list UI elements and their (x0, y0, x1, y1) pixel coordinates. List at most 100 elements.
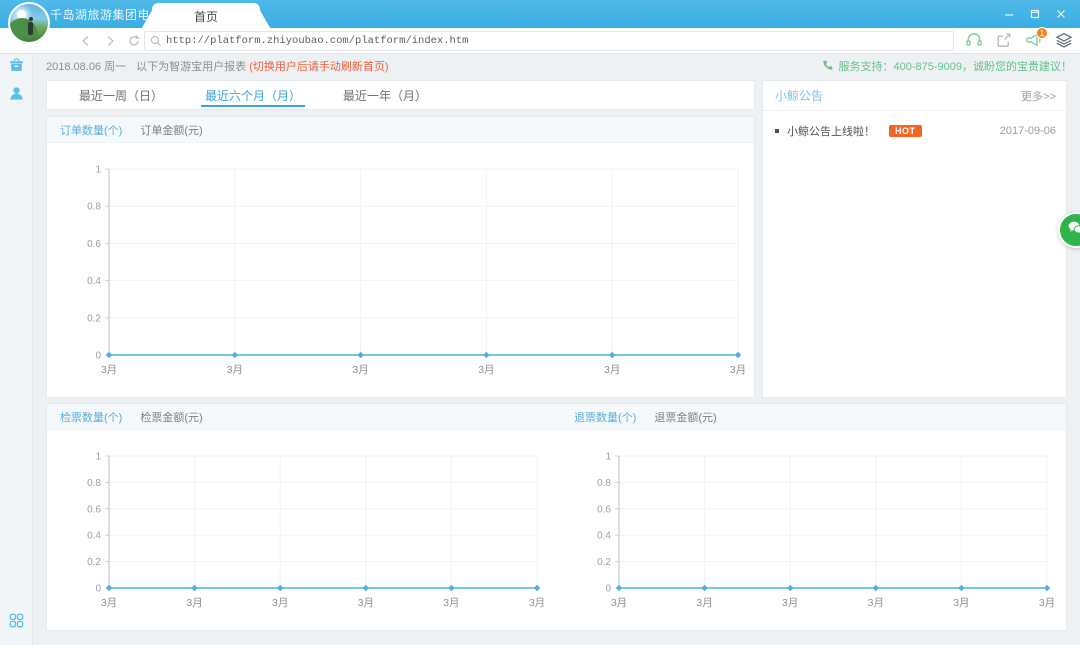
report-note: (切换用户后请手动刷新首页) (249, 61, 389, 73)
svg-text:1: 1 (95, 452, 101, 463)
check-metric-tabs: 检票数量(个) 检票金额(元) (60, 409, 203, 425)
sidebar-item-archive[interactable] (0, 54, 33, 82)
order-chart: 0 0.2 0.4 0.6 0.8 1 3月 3月 3月 3月 3月 3月 (87, 165, 746, 377)
svg-text:0.6: 0.6 (87, 239, 101, 250)
tab-order-amount[interactable]: 订单金额(元) (140, 122, 202, 138)
svg-text:0.2: 0.2 (87, 313, 101, 324)
svg-text:0.8: 0.8 (597, 478, 611, 489)
tab-order-count[interactable]: 订单数量(个) (60, 122, 122, 138)
tab-last-six-months[interactable]: 最近六个月（月） (201, 81, 306, 109)
tab-refund-count[interactable]: 退票数量(个) (574, 409, 636, 425)
svg-text:0.8: 0.8 (87, 202, 101, 213)
main-content: 2018.08.06 周一 以下为智游宝用户报表 (切换用户后请手动刷新首页) 服… (33, 54, 1080, 645)
notice-card: 小鲸公告 更多>> 小鲸公告上线啦！ HOT 2017-09-06 (762, 80, 1067, 398)
svg-text:3月: 3月 (868, 597, 884, 609)
notice-header: 小鲸公告 更多>> (763, 81, 1066, 111)
svg-text:3月: 3月 (227, 364, 243, 376)
order-chart-card: 订单数量(个) 订单金额(元) 0 0.2 0.4 0.6 0.8 1 3月 3月 3月 3月 3月… (46, 116, 755, 398)
grid-apps-icon (8, 612, 25, 634)
svg-text:1: 1 (95, 165, 101, 176)
refund-chart: 0 0.2 0.4 0.6 0.8 1 3月 3月 3月 3月 3月 3月 (597, 452, 1055, 610)
minimize-icon[interactable] (996, 3, 1022, 25)
browser-title-bar: 千岛湖旅游集团电 首页 (0, 0, 1080, 29)
window-controls (996, 0, 1074, 28)
notice-body: 小鲸公告上线啦！ HOT 2017-09-06 (763, 111, 1066, 139)
layers-icon[interactable] (1054, 30, 1074, 50)
back-arrow-icon[interactable] (76, 31, 96, 51)
svg-text:0.4: 0.4 (87, 531, 101, 542)
svg-text:0: 0 (605, 584, 611, 595)
browser-brand-label: 千岛湖旅游集团电 (50, 8, 151, 22)
close-icon[interactable] (1048, 3, 1074, 25)
svg-text:0.4: 0.4 (597, 531, 611, 542)
browser-toolbar-icons: 1 (964, 27, 1074, 50)
period-tabs-card: 最近一周（日） 最近六个月（月） 最近一年（月） (46, 80, 755, 110)
order-metric-tabs: 订单数量(个) 订单金额(元) (47, 117, 754, 143)
notice-more-link[interactable]: 更多>> (1021, 88, 1056, 104)
megaphone-badge: 1 (1036, 27, 1048, 39)
svg-text:0: 0 (95, 584, 101, 595)
tab-last-week[interactable]: 最近一周（日） (75, 81, 167, 109)
report-date: 2018.08.06 周一 (46, 61, 127, 73)
check-chart: 0 0.2 0.4 0.6 0.8 1 3月 3月 3月 3月 3月 3月 (87, 452, 545, 610)
refund-metric-tabs: 退票数量(个) 退票金额(元) (574, 409, 717, 425)
svg-text:3月: 3月 (478, 364, 494, 376)
list-item[interactable]: 小鲸公告上线啦！ HOT 2017-09-06 (775, 123, 1056, 139)
maximize-icon[interactable] (1022, 3, 1048, 25)
order-chart-area: 0 0.2 0.4 0.6 0.8 1 3月 3月 3月 3月 3月 3月 (47, 143, 754, 402)
svg-text:0: 0 (95, 351, 101, 362)
svg-text:1: 1 (605, 452, 611, 463)
url-bar[interactable]: http://platform.zhiyoubao.com/platform/i… (144, 31, 954, 51)
svg-text:3月: 3月 (186, 597, 202, 609)
reload-icon[interactable] (124, 31, 144, 51)
status-badge: HOT (889, 125, 922, 137)
report-description: 以下为智游宝用户报表 (136, 61, 247, 73)
svg-text:3月: 3月 (529, 597, 545, 609)
app-sidebar (0, 54, 33, 645)
sidebar-bottom-area (0, 609, 33, 637)
megaphone-icon[interactable]: 1 (1024, 27, 1048, 50)
support-text: 服务支持：400-875-9009，诚盼您的宝贵建议！ (838, 61, 1072, 73)
wechat-icon (1067, 219, 1080, 242)
svg-text:3月: 3月 (953, 597, 969, 609)
svg-text:3月: 3月 (782, 597, 798, 609)
search-icon (149, 34, 163, 48)
bullet-icon (775, 129, 779, 133)
svg-text:3月: 3月 (696, 597, 712, 609)
report-header-text: 2018.08.06 周一 以下为智游宝用户报表 (切换用户后请手动刷新首页) (46, 58, 389, 74)
browser-nav-bar: http://platform.zhiyoubao.com/platform/i… (0, 27, 1080, 54)
avatar-person (28, 17, 33, 35)
avatar[interactable] (8, 2, 50, 44)
phone-icon (822, 59, 834, 74)
notice-item-text: 小鲸公告上线啦！ (787, 126, 875, 138)
tab-check-count[interactable]: 检票数量(个) (60, 409, 122, 425)
user-icon (8, 85, 25, 107)
sidebar-item-user[interactable] (0, 82, 33, 110)
svg-text:3月: 3月 (1039, 597, 1055, 609)
svg-text:3月: 3月 (730, 364, 746, 376)
url-text: http://platform.zhiyoubao.com/platform/i… (166, 35, 469, 47)
browser-tab-home-label: 首页 (193, 10, 218, 24)
forward-arrow-icon[interactable] (100, 31, 120, 51)
svg-text:0.2: 0.2 (597, 557, 611, 568)
svg-text:3月: 3月 (604, 364, 620, 376)
tab-check-amount[interactable]: 检票金额(元) (140, 409, 202, 425)
svg-text:0.6: 0.6 (597, 504, 611, 515)
notice-title: 小鲸公告 (775, 89, 824, 103)
share-icon[interactable] (994, 30, 1014, 50)
archive-box-icon (8, 57, 25, 79)
notice-item-date: 2017-09-06 (999, 125, 1056, 137)
svg-text:3月: 3月 (352, 364, 368, 376)
support-info: 服务支持：400-875-9009，诚盼您的宝贵建议！ (822, 58, 1072, 74)
info-bar: 2018.08.06 周一 以下为智游宝用户报表 (切换用户后请手动刷新首页) 服… (33, 54, 1080, 78)
svg-text:0.6: 0.6 (87, 504, 101, 515)
sidebar-item-apps[interactable] (0, 609, 33, 637)
tab-last-year[interactable]: 最近一年（月） (339, 81, 431, 109)
tab-refund-amount[interactable]: 退票金额(元) (654, 409, 716, 425)
avatar-hill (10, 18, 38, 36)
svg-text:3月: 3月 (101, 364, 117, 376)
svg-text:3月: 3月 (443, 597, 459, 609)
svg-text:3月: 3月 (272, 597, 288, 609)
svg-text:0.2: 0.2 (87, 557, 101, 568)
headset-icon[interactable] (964, 30, 984, 50)
